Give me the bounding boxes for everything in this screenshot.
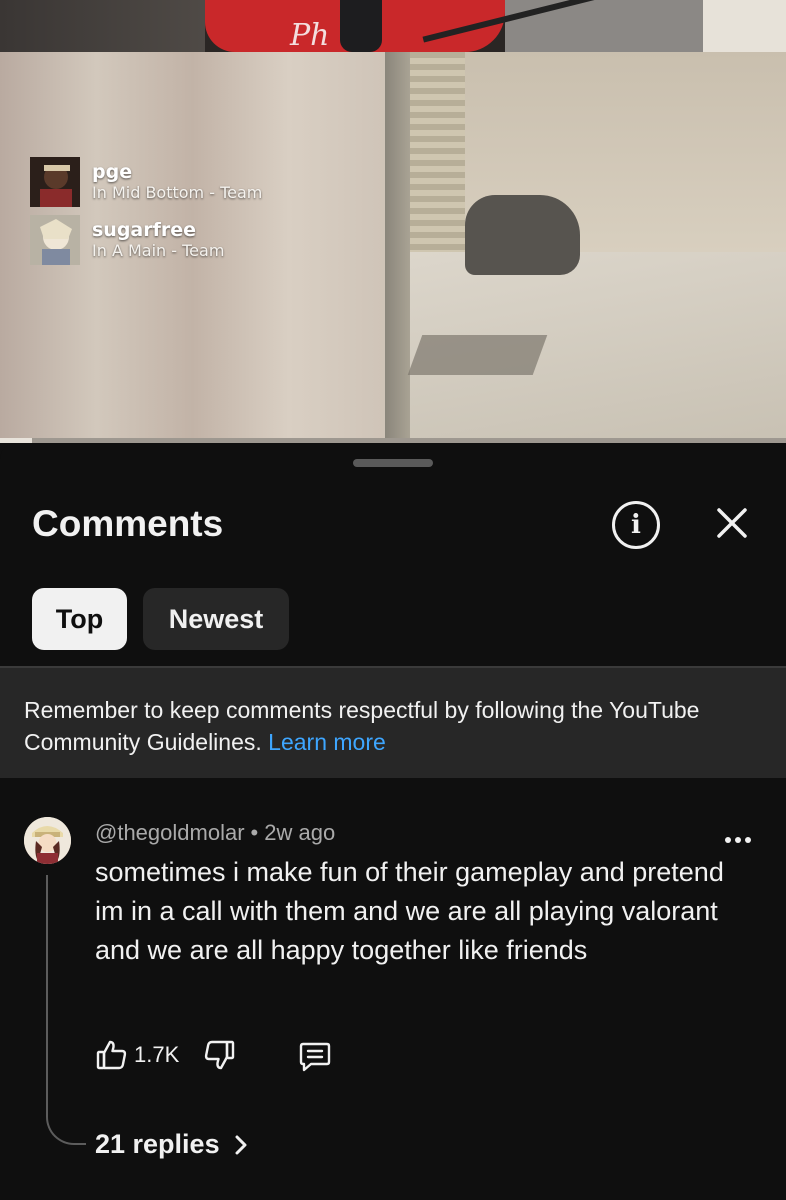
panel-title: Comments: [32, 503, 224, 544]
info-icon[interactable]: i: [612, 501, 660, 549]
thread-line: [46, 875, 86, 1145]
game-rock: [465, 195, 580, 275]
comments-panel: Comments i Top Newest Remember to keep c…: [0, 443, 786, 1200]
shirt-logo: Ph: [290, 18, 330, 53]
comment-time: 2w ago: [264, 820, 336, 845]
meta-separator: •: [250, 820, 259, 845]
replies-label: 21 replies: [95, 1129, 220, 1159]
like-icon[interactable]: [95, 1038, 129, 1072]
guidelines-notice: Remember to keep comments respectful by …: [0, 666, 786, 778]
player-location: In Mid Bottom - Team: [92, 183, 263, 202]
reply-icon[interactable]: [298, 1040, 332, 1072]
player-name: pge: [92, 161, 133, 183]
game-pillar: [385, 52, 410, 443]
player-name: sugarfree: [92, 219, 197, 241]
player-avatar: [30, 157, 80, 207]
like-count: 1.7K: [134, 1042, 180, 1067]
comment-author[interactable]: @thegoldmolar: [95, 820, 245, 845]
close-icon[interactable]: [704, 501, 758, 549]
more-options-icon[interactable]: [723, 828, 753, 852]
drag-handle[interactable]: [353, 459, 433, 467]
player-avatar: [30, 215, 80, 265]
player-location: In A Main - Team: [92, 241, 225, 260]
comment-meta: @thegoldmolar • 2w ago: [95, 820, 335, 846]
view-replies-button[interactable]: 21 replies: [95, 1129, 248, 1160]
video-background-left: [0, 0, 205, 52]
tab-top[interactable]: Top: [32, 588, 127, 650]
chevron-right-icon: [235, 1135, 247, 1154]
avatar[interactable]: [24, 817, 71, 864]
game-shadow: [407, 335, 548, 375]
tab-newest[interactable]: Newest: [143, 588, 289, 650]
video-player[interactable]: Ph pge In Mid Bottom - Team sugarfree In…: [0, 0, 786, 443]
learn-more-link[interactable]: Learn more: [268, 729, 386, 755]
comment-text: sometimes i make fun of their gameplay a…: [95, 857, 724, 965]
dislike-icon[interactable]: [202, 1038, 236, 1072]
player-card: sugarfree In A Main - Team: [30, 215, 224, 265]
video-background-wall: [703, 0, 786, 52]
microphone: [340, 0, 382, 52]
player-card: pge In Mid Bottom - Team: [30, 157, 262, 207]
